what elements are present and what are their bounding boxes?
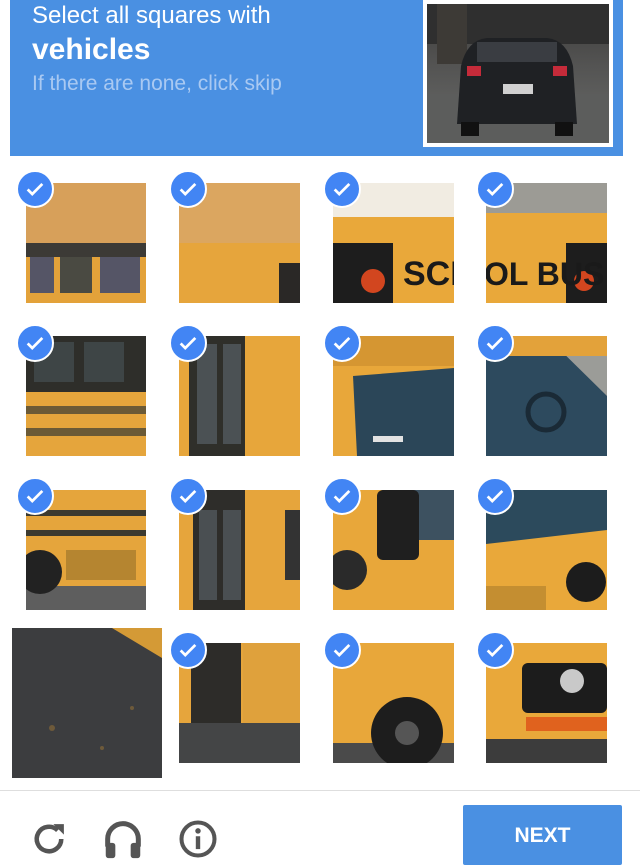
selected-check-icon xyxy=(169,324,207,362)
footer-divider xyxy=(0,790,640,791)
selected-check-icon xyxy=(169,477,207,515)
selected-check-icon xyxy=(323,631,361,669)
selected-check-icon xyxy=(476,477,514,515)
selected-check-icon xyxy=(169,631,207,669)
hint-text: If there are none, click skip xyxy=(32,72,282,95)
selected-check-icon xyxy=(16,324,54,362)
selected-check-icon xyxy=(169,170,207,208)
instruction-text: Select all squares with xyxy=(32,2,271,29)
selected-check-icon xyxy=(476,170,514,208)
selected-check-icon xyxy=(16,477,54,515)
sample-image xyxy=(427,4,609,143)
sample-image-frame xyxy=(423,0,613,147)
bus-text-left: SCHO xyxy=(403,255,454,293)
audio-icon[interactable] xyxy=(100,816,146,867)
selected-check-icon xyxy=(323,477,361,515)
bus-text-right: OL BUS xyxy=(486,256,604,292)
selected-check-icon xyxy=(16,170,54,208)
next-button[interactable]: NEXT xyxy=(463,805,622,865)
selected-check-icon xyxy=(323,324,361,362)
selected-check-icon xyxy=(476,631,514,669)
captcha-header: Select all squares with vehicles If ther… xyxy=(10,0,623,156)
selected-check-icon xyxy=(476,324,514,362)
reload-icon[interactable] xyxy=(28,818,70,865)
selected-check-icon xyxy=(323,170,361,208)
info-icon[interactable] xyxy=(176,817,220,866)
grid-tile[interactable] xyxy=(12,628,162,778)
target-object-text: vehicles xyxy=(32,33,151,66)
